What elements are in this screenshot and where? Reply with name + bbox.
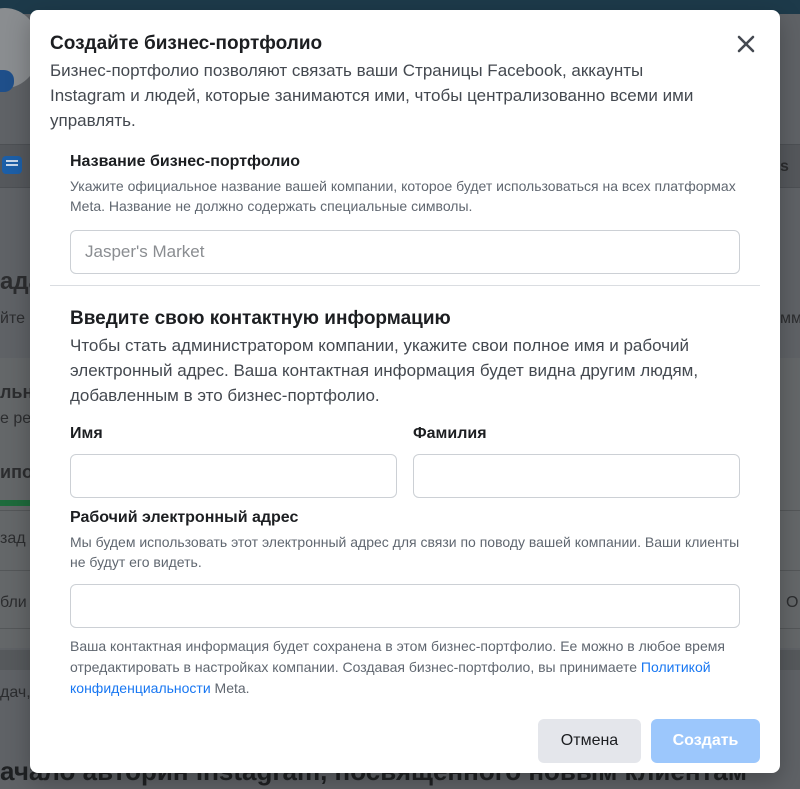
first-name-input[interactable]: [70, 454, 397, 498]
dialog-header: Создайте бизнес-портфолио Бизнес-портфол…: [50, 32, 710, 133]
work-email-help: Мы будем использовать этот электронный а…: [70, 534, 740, 570]
background-text: мма: [780, 310, 800, 327]
privacy-footnote: Ваша контактная информация будет сохране…: [70, 636, 750, 699]
background-progress: [0, 500, 30, 506]
work-email-field: Рабочий электронный адрес Мы будем испол…: [70, 508, 740, 628]
dialog-title: Создайте бизнес-портфолио: [50, 33, 323, 54]
close-button[interactable]: [732, 30, 760, 58]
close-icon: [737, 35, 755, 53]
dialog-description: Бизнес-портфолио позволяют связать ваши …: [50, 61, 694, 130]
section-divider: [50, 285, 760, 286]
last-name-input[interactable]: [413, 454, 740, 498]
contact-info-title: Введите свою контактную информацию: [70, 308, 451, 329]
background-text: йте: [0, 310, 25, 327]
background-text: дач,: [0, 684, 31, 701]
footnote-text: Ваша контактная информация будет сохране…: [70, 638, 725, 675]
background-text: бли: [0, 594, 27, 611]
background-message-icon: [2, 156, 22, 174]
business-name-section: Название бизнес-портфолио Укажите официа…: [70, 152, 740, 274]
contact-info-section: Введите свою контактную информацию Чтобы…: [70, 307, 740, 408]
first-name-field: Имя: [70, 424, 397, 498]
background-text: s: [780, 158, 789, 175]
footnote-text-end: Meta.: [210, 680, 250, 696]
create-business-portfolio-dialog: Создайте бизнес-портфолио Бизнес-портфол…: [30, 10, 780, 773]
background-avatar-badge: [0, 70, 14, 92]
name-fields-row: Имя Фамилия: [70, 424, 740, 498]
background-text: ипо: [0, 462, 33, 482]
create-button[interactable]: Создать: [651, 719, 760, 763]
first-name-label: Имя: [70, 425, 103, 442]
background-text: льн: [0, 382, 34, 402]
work-email-input[interactable]: [70, 584, 740, 628]
business-name-label: Название бизнес-портфолио: [70, 153, 300, 170]
contact-info-description: Чтобы стать администратором компании, ук…: [70, 336, 699, 405]
cancel-button[interactable]: Отмена: [538, 719, 641, 763]
background-text: зад: [0, 530, 26, 547]
work-email-label: Рабочий электронный адрес: [70, 509, 299, 526]
business-name-help: Укажите официальное название вашей компа…: [70, 178, 736, 214]
background-text: О: [786, 594, 799, 611]
last-name-field: Фамилия: [413, 424, 740, 498]
last-name-label: Фамилия: [413, 425, 487, 442]
business-name-input[interactable]: [70, 230, 740, 274]
background-text: е ре: [0, 410, 32, 427]
